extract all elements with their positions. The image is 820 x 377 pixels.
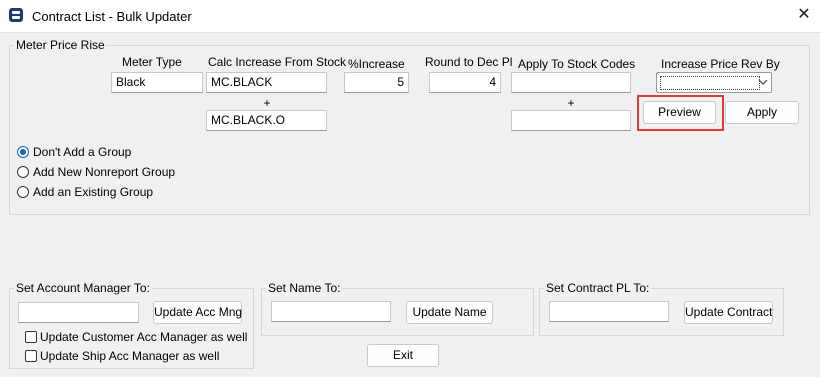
select-focus-outline [660, 76, 760, 90]
calc-stock-field-2[interactable]: MC.BLACK.O [206, 110, 327, 131]
radio-label-add-existing-group[interactable]: Add an Existing Group [33, 185, 153, 199]
radio-label-dont-add-group[interactable]: Don't Add a Group [33, 145, 131, 159]
close-icon[interactable]: ✕ [794, 5, 814, 25]
chevron-down-icon [758, 75, 768, 92]
app-icon [9, 8, 23, 22]
apply-stock-field-1[interactable] [511, 72, 631, 93]
update-acc-mng-button[interactable]: Update Acc Mng [153, 301, 242, 324]
pct-increase-field[interactable]: 5 [344, 72, 409, 93]
pct-increase-header: %Increase [348, 57, 405, 71]
plus-sign-apply: + [567, 96, 575, 110]
radio-dont-add-group[interactable] [17, 146, 29, 158]
apply-button[interactable]: Apply [725, 101, 799, 124]
radio-add-existing-group[interactable] [17, 186, 29, 198]
plus-sign-calc: + [263, 96, 271, 110]
window-title: Contract List - Bulk Updater [32, 9, 192, 24]
round-to-header: Round to Dec Pl [425, 55, 513, 69]
radio-label-add-new-nonreport-group[interactable]: Add New Nonreport Group [33, 165, 175, 179]
calc-increase-header: Calc Increase From Stock [208, 55, 347, 69]
update-customer-acc-checkbox[interactable] [25, 331, 37, 343]
update-name-button[interactable]: Update Name [406, 301, 493, 324]
account-manager-legend: Set Account Manager To: [14, 281, 152, 295]
round-to-field[interactable]: 4 [429, 72, 501, 93]
increase-price-rev-select[interactable] [656, 72, 772, 93]
update-customer-acc-label[interactable]: Update Customer Acc Manager as well [40, 330, 247, 344]
preview-button[interactable]: Preview [643, 101, 716, 124]
set-name-legend: Set Name To: [266, 281, 343, 295]
apply-stock-field-2[interactable] [511, 110, 631, 131]
update-ship-acc-label[interactable]: Update Ship Acc Manager as well [40, 349, 219, 363]
update-contract-button[interactable]: Update Contract [684, 301, 773, 324]
contract-pl-field[interactable] [549, 301, 669, 322]
increase-price-rev-header: Increase Price Rev By [661, 57, 780, 71]
meter-price-rise-legend: Meter Price Rise [14, 38, 107, 52]
contract-pl-legend: Set Contract PL To: [544, 281, 652, 295]
apply-to-header: Apply To Stock Codes [518, 57, 636, 71]
update-ship-acc-checkbox[interactable] [25, 350, 37, 362]
calc-stock-field-1[interactable]: MC.BLACK [206, 72, 327, 93]
set-name-field[interactable] [271, 301, 391, 322]
meter-type-header: Meter Type [122, 55, 182, 69]
exit-button[interactable]: Exit [367, 344, 439, 367]
meter-type-field[interactable]: Black [111, 72, 203, 93]
radio-add-new-nonreport-group[interactable] [17, 166, 29, 178]
account-manager-field[interactable] [18, 302, 139, 323]
